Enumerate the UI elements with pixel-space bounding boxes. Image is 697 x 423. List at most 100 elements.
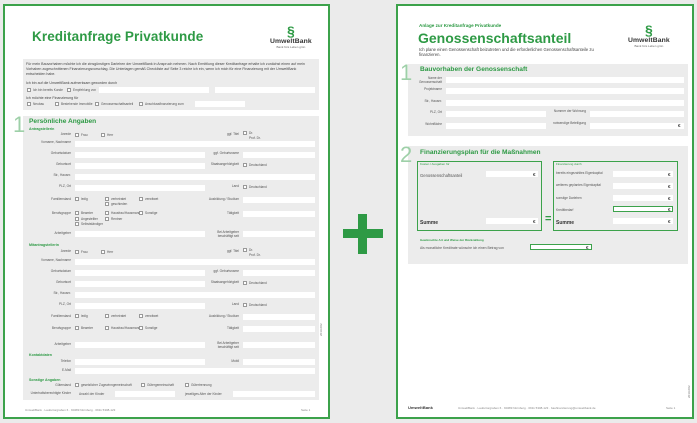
country-checkbox[interactable] [243,185,247,189]
page-subtitle: Ich plane einen Genossenschaft beizutret… [419,47,594,57]
intro-text: Für mein Bauvorhaben möchte ich die zins… [26,62,305,76]
living-area-field[interactable] [446,123,546,129]
marital-married-checkbox[interactable] [105,197,109,201]
option-followup-checkbox[interactable] [139,102,143,106]
job-housewife-checkbox[interactable] [105,211,109,215]
other-loans-field[interactable] [613,195,673,201]
birthplace-field[interactable] [75,163,205,169]
marital-single-checkbox[interactable] [75,197,79,201]
birthdate-field[interactable] [75,152,205,158]
co-street-field[interactable] [75,292,315,298]
share-cost-field[interactable] [486,171,538,177]
paid-equity-field[interactable] [613,171,673,177]
co-education-field[interactable] [243,314,315,320]
co-marital-widowed-checkbox[interactable] [139,314,143,318]
email-field[interactable] [75,368,315,374]
job-other-checkbox[interactable] [139,211,143,215]
salutation-mr-checkbox[interactable] [101,133,105,137]
page-number: Seite 1 [666,406,676,410]
children-age-field[interactable] [233,391,315,397]
attention-label: Ich bin auf die UmweltBank aufmerksam ge… [26,81,118,85]
salutation-mrs-checkbox[interactable] [75,133,79,137]
co-germany-checkbox[interactable] [243,281,247,285]
financing-sum-field[interactable] [613,218,673,224]
umweltbank-logo: § UmweltBank Bank fürs Leben grün [270,23,312,49]
co-marital-married-checkbox[interactable] [105,314,109,318]
option-existing-checkbox[interactable] [55,102,59,106]
plus-icon [343,214,383,254]
co-job-other-checkbox[interactable] [139,326,143,330]
marital-divorced-checkbox[interactable] [105,202,109,206]
job-employee-checkbox[interactable] [75,217,79,221]
footer-logo: UmweltBank [408,405,434,410]
marital-widowed-checkbox[interactable] [139,197,143,201]
co-job-civil-servant-checkbox[interactable] [75,326,79,330]
attention-field[interactable] [215,87,315,93]
co-city-field[interactable] [75,303,205,309]
equals-sign: = [545,213,552,225]
co-employer-field[interactable] [75,342,205,348]
children-count-field[interactable] [115,391,175,397]
title-dr-checkbox[interactable] [243,131,247,135]
mobile-field[interactable] [243,359,315,365]
job-selfemployed-checkbox[interactable] [75,222,79,226]
attachment-label: Anlage zur Kreditanfrage Privatkunde [419,23,502,28]
credit-need-field[interactable] [613,206,673,212]
employed-since-field[interactable] [243,231,315,237]
name-field[interactable] [75,141,315,147]
phone-field[interactable] [75,359,205,365]
germany-checkbox[interactable] [243,163,247,167]
page-number: Seite 1 [301,408,311,412]
option-newbuild-checkbox[interactable] [27,102,31,106]
apartment-number-field[interactable] [590,111,684,117]
co-birthname-field[interactable] [243,270,315,276]
option-cooperative-checkbox[interactable] [95,102,99,106]
birthname-field[interactable] [243,152,315,158]
co-birthplace-field[interactable] [75,281,205,287]
section-number: 2 [400,142,413,167]
costs-sum-field[interactable] [486,218,538,224]
co-occupation-field[interactable] [243,326,315,332]
planned-equity-field[interactable] [613,183,673,189]
referral-checkbox[interactable] [67,88,71,92]
already-customer-checkbox[interactable] [27,88,31,92]
job-civil-servant-checkbox[interactable] [75,211,79,215]
co-salutation-mr-checkbox[interactable] [101,250,105,254]
co-country-checkbox[interactable] [243,303,247,307]
co-name-field[interactable] [75,259,315,265]
city-field[interactable] [75,185,205,191]
section-number: 1 [13,112,26,137]
property-separate-checkbox[interactable] [185,383,189,387]
property-community-checkbox[interactable] [75,383,79,387]
co-title-dr-checkbox[interactable] [243,248,247,252]
employer-field[interactable] [75,231,205,237]
credit-application-page: Kreditanfrage Privatkunde § UmweltBank B… [3,4,330,419]
referral-field[interactable] [99,87,209,93]
education-field[interactable] [243,197,315,203]
section-title: Bauvorhaben der Genossenschaft [420,66,528,73]
umweltbank-logo: § UmweltBank Bank fürs Leben grün [628,22,670,48]
section-title: Finanzierungsplan für die Maßnahmen [420,149,541,156]
occupation-field[interactable] [243,211,315,217]
cooperative-name-field[interactable] [446,77,684,83]
cooperative-share-page: Anlage zur Kreditanfrage Privatkunde Gen… [396,4,694,419]
footer-bank: UmweltBank · Laufertorgraben 6 · 90489 N… [458,406,596,410]
footer-bank: UmweltBank · Laufertorgraben 6 · 90489 N… [25,408,116,412]
page-title: Kreditanfrage Privatkunde [32,29,204,44]
co-job-housewife-checkbox[interactable] [105,326,109,330]
property-joint-checkbox[interactable] [141,383,145,387]
section-title: Persönliche Angaben [29,118,97,125]
co-salutation-mrs-checkbox[interactable] [75,250,79,254]
job-retired-checkbox[interactable] [105,217,109,221]
required-share-field[interactable] [590,123,684,129]
street-field[interactable] [446,100,684,106]
co-employed-since-field[interactable] [243,342,315,348]
city-field[interactable] [446,111,546,117]
co-birthdate-field[interactable] [75,270,205,276]
monthly-rate-field[interactable] [530,244,592,250]
followup-date-field[interactable] [195,101,245,107]
co-marital-single-checkbox[interactable] [75,314,79,318]
project-name-field[interactable] [446,88,684,94]
page-title: Genossenschaftsanteil [418,30,572,46]
street-field[interactable] [75,174,315,180]
